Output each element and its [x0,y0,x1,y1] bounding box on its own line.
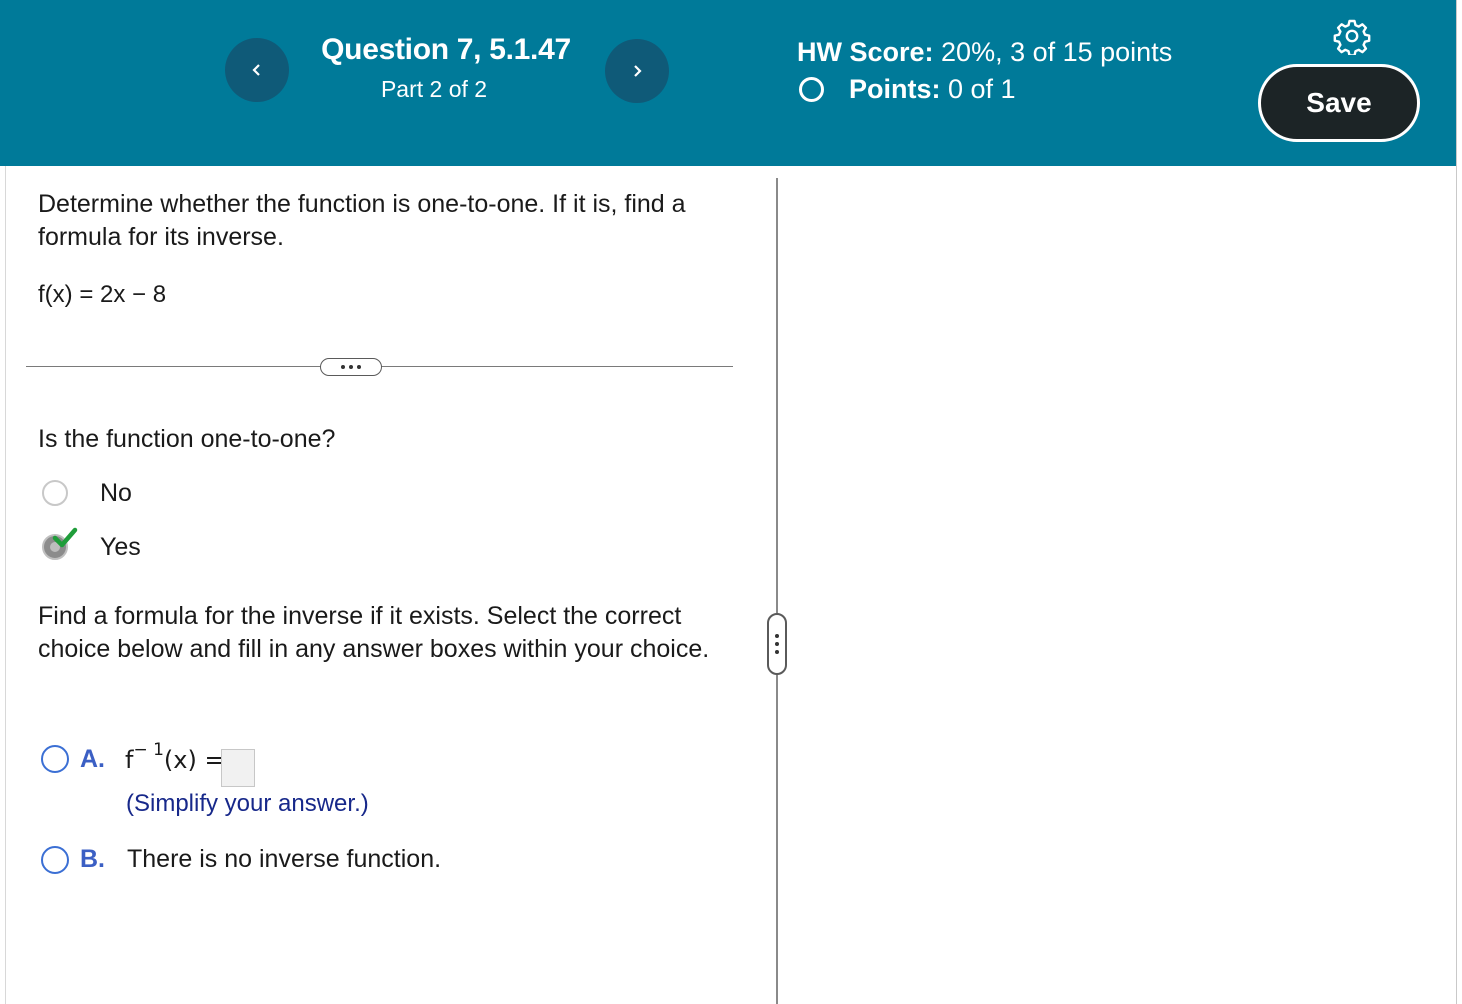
top-bar: Question 7, 5.1.47 Part 2 of 2 HW Score:… [0,0,1456,166]
choice-b-text: There is no inverse function. [127,845,442,873]
save-button[interactable]: Save [1258,64,1420,142]
chevron-right-icon [634,65,642,77]
checkmark-icon [52,527,78,548]
inverse-expression: f− 1(x) = [125,740,225,774]
splitter-handle[interactable] [767,613,787,675]
inverse-instructions: Find a formula for the inverse if it exi… [38,602,710,663]
hw-score-value: 20%, 3 of 15 points [933,37,1173,67]
function-definition: f(x) = 2x − 8 [38,281,167,308]
option-yes-label: Yes [100,533,141,561]
radio-choice-a[interactable] [41,745,69,773]
points-status-icon [799,77,824,102]
simplify-hint: (Simplify your answer.) [126,790,369,817]
window-edge [1456,0,1462,1004]
inverse-argument: (x) = [163,746,225,774]
inverse-exponent: − 1 [133,740,164,760]
panel-splitter [776,178,778,1004]
hw-score: HW Score: 20%, 3 of 15 points [797,37,1172,68]
points-value: 0 of 1 [940,74,1016,104]
chevron-left-icon [252,64,260,76]
problem-prompt: Determine whether the function is one-to… [38,190,686,251]
points-label: Points: [849,74,941,104]
option-no-label: No [100,479,132,507]
inverse-answer-box[interactable] [221,749,255,787]
panel-border [5,166,6,1004]
question-title: Question 7, 5.1.47 [321,33,571,66]
hw-score-label: HW Score: [797,37,934,67]
radio-no[interactable] [42,480,68,506]
question-part: Part 2 of 2 [380,76,488,102]
radio-choice-b[interactable] [41,846,69,874]
more-options-button[interactable] [320,358,382,376]
points: Points: 0 of 1 [849,74,1016,105]
choice-a-letter: A. [80,745,105,773]
choice-b-letter: B. [80,845,105,873]
next-question-button[interactable] [605,39,669,103]
previous-question-button[interactable] [225,38,289,102]
gear-icon[interactable] [1333,17,1371,55]
one-to-one-question: Is the function one-to-one? [38,425,336,453]
